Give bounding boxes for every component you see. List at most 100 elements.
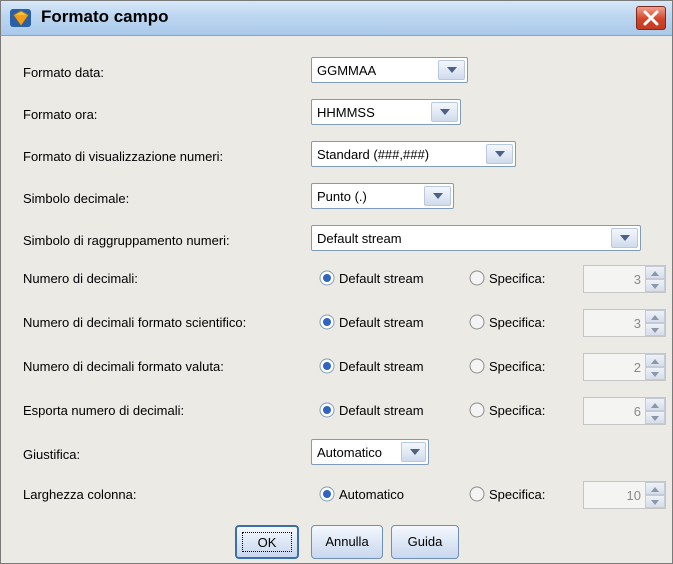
- title-bar[interactable]: Formato campo: [1, 1, 672, 36]
- column-width-row: Larghezza colonna: Automatico Specifica:…: [1, 479, 672, 509]
- column-width-spin-value: 10: [626, 488, 641, 503]
- justify-dropdown-button[interactable]: [401, 442, 426, 462]
- spin-up-button[interactable]: [645, 398, 665, 411]
- spin-down-button[interactable]: [645, 367, 665, 380]
- column-width-specify-label: Specifica:: [489, 487, 546, 502]
- sci-decimals-spinner[interactable]: 3: [583, 309, 666, 337]
- sci-decimals-row: Numero di decimali formato scientifico: …: [1, 307, 672, 337]
- export-decimals-spinner[interactable]: 6: [583, 397, 666, 425]
- help-button[interactable]: Guida: [391, 525, 459, 559]
- justify-row: Giustifica: Automatico: [1, 439, 672, 469]
- export-decimals-spin-value: 6: [633, 404, 641, 419]
- spin-down-icon: [651, 416, 659, 421]
- num-decimals-spinner[interactable]: 3: [583, 265, 666, 293]
- number-display-select[interactable]: Standard (###,###): [311, 141, 516, 167]
- number-display-dropdown-button[interactable]: [486, 144, 513, 164]
- grouping-symbol-row: Simbolo di raggruppamento numeri: Defaul…: [1, 225, 672, 255]
- chevron-down-icon: [433, 193, 443, 199]
- sci-decimals-default-radio[interactable]: [319, 314, 335, 330]
- date-format-label: Formato data:: [23, 65, 104, 80]
- chevron-down-icon: [410, 449, 420, 455]
- time-format-select[interactable]: HHMMSS: [311, 99, 461, 125]
- grouping-symbol-value: Default stream: [317, 231, 402, 246]
- spin-down-icon: [651, 328, 659, 333]
- chevron-down-icon: [495, 151, 505, 157]
- export-decimals-row: Esporta numero di decimali: Default stre…: [1, 395, 672, 425]
- num-decimals-spin-value: 3: [633, 272, 641, 287]
- chevron-down-icon: [440, 109, 450, 115]
- sci-decimals-specify-label: Specifica:: [489, 315, 546, 330]
- spin-down-button[interactable]: [645, 279, 665, 292]
- currency-decimals-spin-value: 2: [633, 360, 641, 375]
- date-format-value: GGMMAA: [317, 63, 377, 78]
- focus-rectangle: [242, 532, 292, 552]
- spin-up-icon: [651, 359, 659, 364]
- time-format-dropdown-button[interactable]: [431, 102, 458, 122]
- window-title: Formato campo: [41, 7, 169, 26]
- dialog-window: Formato campo Formato data: GGMMAA Forma…: [0, 0, 673, 564]
- cancel-button-label: Annulla: [325, 534, 369, 549]
- sci-decimals-default-label: Default stream: [339, 315, 424, 330]
- num-decimals-row: Numero di decimali: Default stream Speci…: [1, 263, 672, 293]
- spin-down-button[interactable]: [645, 495, 665, 508]
- time-format-label: Formato ora:: [23, 107, 98, 122]
- number-display-row: Formato di visualizzazione numeri: Stand…: [1, 141, 672, 171]
- export-decimals-specify-radio[interactable]: [469, 402, 485, 418]
- date-format-select[interactable]: GGMMAA: [311, 57, 468, 83]
- spin-up-icon: [651, 487, 659, 492]
- justify-label: Giustifica:: [23, 447, 81, 462]
- num-decimals-default-radio[interactable]: [319, 270, 335, 286]
- export-decimals-default-radio[interactable]: [319, 402, 335, 418]
- spin-up-icon: [651, 315, 659, 320]
- cancel-button[interactable]: Annulla: [311, 525, 383, 559]
- spin-up-button[interactable]: [645, 266, 665, 279]
- grouping-symbol-label: Simbolo di raggruppamento numeri:: [23, 233, 230, 248]
- date-format-row: Formato data: GGMMAA: [1, 57, 672, 87]
- export-decimals-label: Esporta numero di decimali:: [23, 403, 185, 418]
- time-format-row: Formato ora: HHMMSS: [1, 99, 672, 129]
- export-decimals-default-label: Default stream: [339, 403, 424, 418]
- decimal-symbol-value: Punto (.): [317, 189, 367, 204]
- column-width-specify-radio[interactable]: [469, 486, 485, 502]
- num-decimals-label: Numero di decimali:: [23, 271, 138, 286]
- chevron-down-icon: [620, 235, 630, 241]
- close-icon: [643, 10, 659, 26]
- currency-decimals-row: Numero di decimali formato valuta: Defau…: [1, 351, 672, 381]
- close-button[interactable]: [636, 6, 666, 30]
- decimal-symbol-dropdown-button[interactable]: [424, 186, 451, 206]
- currency-decimals-default-label: Default stream: [339, 359, 424, 374]
- ok-button[interactable]: OK: [235, 525, 299, 559]
- help-button-label: Guida: [407, 534, 443, 549]
- date-format-dropdown-button[interactable]: [438, 60, 465, 80]
- column-width-label: Larghezza colonna:: [23, 487, 137, 502]
- num-decimals-default-label: Default stream: [339, 271, 424, 286]
- time-format-value: HHMMSS: [317, 105, 375, 120]
- currency-decimals-specify-radio[interactable]: [469, 358, 485, 374]
- export-decimals-specify-label: Specifica:: [489, 403, 546, 418]
- decimal-symbol-select[interactable]: Punto (.): [311, 183, 454, 209]
- currency-decimals-specify-label: Specifica:: [489, 359, 546, 374]
- spin-up-button[interactable]: [645, 310, 665, 323]
- spin-up-button[interactable]: [645, 482, 665, 495]
- column-width-spinner[interactable]: 10: [583, 481, 666, 509]
- spin-up-button[interactable]: [645, 354, 665, 367]
- spin-down-button[interactable]: [645, 323, 665, 336]
- grouping-symbol-dropdown-button[interactable]: [611, 228, 638, 248]
- spin-down-icon: [651, 284, 659, 289]
- justify-select[interactable]: Automatico: [311, 439, 429, 465]
- decimal-symbol-label: Simbolo decimale:: [23, 191, 130, 206]
- decimal-symbol-row: Simbolo decimale: Punto (.): [1, 183, 672, 213]
- sci-decimals-label: Numero di decimali formato scientifico:: [23, 315, 247, 330]
- spin-down-icon: [651, 500, 659, 505]
- chevron-down-icon: [447, 67, 457, 73]
- app-icon: [9, 7, 33, 32]
- num-decimals-specify-radio[interactable]: [469, 270, 485, 286]
- sci-decimals-specify-radio[interactable]: [469, 314, 485, 330]
- currency-decimals-spinner[interactable]: 2: [583, 353, 666, 381]
- currency-decimals-label: Numero di decimali formato valuta:: [23, 359, 224, 374]
- currency-decimals-default-radio[interactable]: [319, 358, 335, 374]
- justify-value: Automatico: [317, 445, 383, 460]
- grouping-symbol-select[interactable]: Default stream: [311, 225, 641, 251]
- column-width-auto-radio[interactable]: [319, 486, 335, 502]
- spin-down-button[interactable]: [645, 411, 665, 424]
